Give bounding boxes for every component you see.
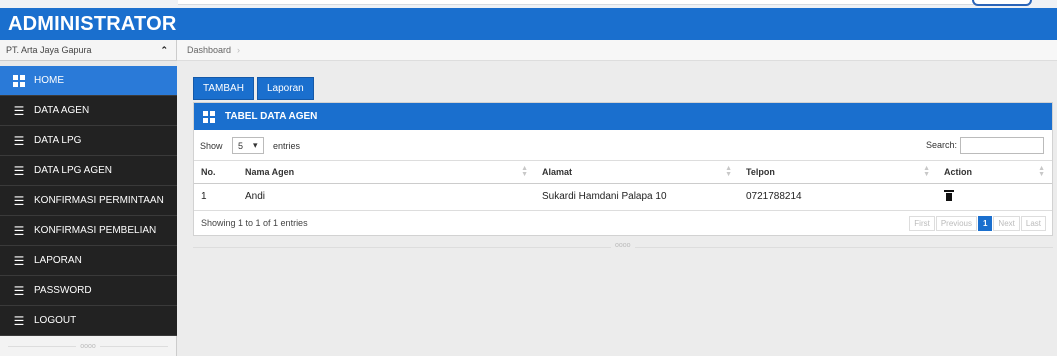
breadcrumb: Dashboard › [177,40,1057,61]
data-agen-panel: TABEL DATA AGEN Show 5 ▾ entries Search:… [193,102,1053,236]
breadcrumb-dashboard[interactable]: Dashboard [187,45,231,55]
sidebar-item-label: LOGOUT [34,315,77,326]
entries-value: 5 [237,140,243,151]
search-input[interactable] [960,136,1044,154]
sort-icon: ▲ ▼ [1038,165,1045,178]
panel-header: TABEL DATA AGEN [194,103,1052,130]
cell-action [937,183,1052,211]
top-pill-button[interactable] [972,0,1032,6]
sidebar-item-home[interactable]: HOME [0,66,177,96]
list-icon: ☰ [13,313,25,328]
sidebar-item-password[interactable]: ☰ PASSWORD [0,276,177,306]
table-footer: Showing 1 to 1 of 1 entries First Previo… [194,211,1052,236]
sidebar-item-label: HOME [34,75,64,86]
sidebar-item-label: PASSWORD [34,285,92,296]
show-label: Show [200,140,223,151]
cell-no: 1 [194,183,238,211]
list-icon: ☰ [13,283,25,298]
list-icon: ☰ [13,223,25,238]
app-header: ADMINISTRATOR [0,8,1057,40]
chevron-up-icon: ⌃ [160,44,168,55]
grid-icon [12,74,26,87]
cell-telpon: 0721788214 [739,183,937,211]
pager-last-button[interactable]: Last [1020,215,1046,231]
list-icon: ☰ [13,133,25,148]
caret-down-icon: ▾ [252,140,258,151]
column-header-alamat[interactable]: Alamat ▲ ▼ [535,161,739,184]
list-icon: ☰ [13,193,25,208]
list-icon: ☰ [13,103,25,118]
sidebar-item-data-lpg-agen[interactable]: ☰ DATA LPG AGEN [0,156,177,186]
top-input-bar [178,0,1018,5]
laporan-button[interactable]: Laporan [257,77,314,100]
search-label: Search: [925,140,957,150]
company-name: PT. Arta Jaya Gapura [6,45,92,55]
cell-alamat: Sukardi Hamdani Palapa 10 [535,183,739,211]
data-table: No. Nama Agen ▲ ▼ Alamat ▲ ▼ Telpon ▲ ▼ Act… [194,161,1052,211]
sidebar-item-konfirmasi-pembelian[interactable]: ☰ KONFIRMASI PEMBELIAN [0,216,177,246]
grid-icon [203,110,215,123]
trash-icon[interactable] [944,189,954,201]
sidebar-footer-mark: oooo [76,342,100,350]
column-header-telpon[interactable]: Telpon ▲ ▼ [739,161,937,184]
column-header-action[interactable]: Action ▲ ▼ [937,161,1052,184]
sort-icon: ▲ ▼ [521,165,528,178]
sort-icon: ▲ ▼ [725,165,732,178]
panel-title: TABEL DATA AGEN [225,111,318,122]
top-strip [0,0,1057,8]
sidebar-item-label: DATA LPG AGEN [34,165,112,176]
table-row: 1 Andi Sukardi Hamdani Palapa 10 0721788… [194,183,1052,211]
sidebar: PT. Arta Jaya Gapura ⌃ HOME ☰ DATA AGEN … [0,40,177,356]
pager-next-button[interactable]: Next [993,215,1020,231]
pager-page-1-button[interactable]: 1 [977,215,993,231]
list-icon: ☰ [13,253,25,268]
cell-nama-agen: Andi [238,183,535,211]
list-icon: ☰ [13,163,25,178]
company-selector[interactable]: PT. Arta Jaya Gapura ⌃ [0,40,177,61]
sidebar-footer: oooo [0,336,177,356]
tambah-button[interactable]: TAMBAH [193,77,254,100]
sidebar-item-data-agen[interactable]: ☰ DATA AGEN [0,96,177,126]
pager-previous-button[interactable]: Previous [935,215,977,231]
sidebar-item-logout[interactable]: ☰ LOGOUT [0,306,177,336]
sidebar-item-konfirmasi-permintaan[interactable]: ☰ KONFIRMASI PERMINTAAN [0,186,177,216]
column-header-no[interactable]: No. [194,161,238,184]
breadcrumb-separator-icon: › [237,45,241,55]
entries-select[interactable]: 5 ▾ [231,137,264,155]
sidebar-item-label: KONFIRMASI PEMBELIAN [34,225,157,236]
pager-first-button[interactable]: First [909,215,935,231]
sidebar-item-label: DATA AGEN [34,105,90,116]
sidebar-item-data-lpg[interactable]: ☰ DATA LPG [0,126,177,156]
divider-mark: oooo [611,242,635,249]
table-controls: Show 5 ▾ entries Search: [194,130,1052,161]
entries-label: entries [272,140,300,151]
sidebar-item-laporan[interactable]: ☰ LAPORAN [0,246,177,276]
app-title: ADMINISTRATOR [8,13,177,35]
sidebar-item-label: KONFIRMASI PERMINTAAN [34,195,164,206]
column-header-nama-agen[interactable]: Nama Agen ▲ ▼ [238,161,535,184]
sidebar-item-label: DATA LPG [34,135,82,146]
sort-icon: ▲ ▼ [923,165,930,178]
pagination: First Previous 1 Next Last [908,215,1046,231]
content-divider: oooo [193,242,1053,249]
table-info: Showing 1 to 1 of 1 entries [201,218,308,228]
sidebar-item-label: LAPORAN [34,255,82,266]
